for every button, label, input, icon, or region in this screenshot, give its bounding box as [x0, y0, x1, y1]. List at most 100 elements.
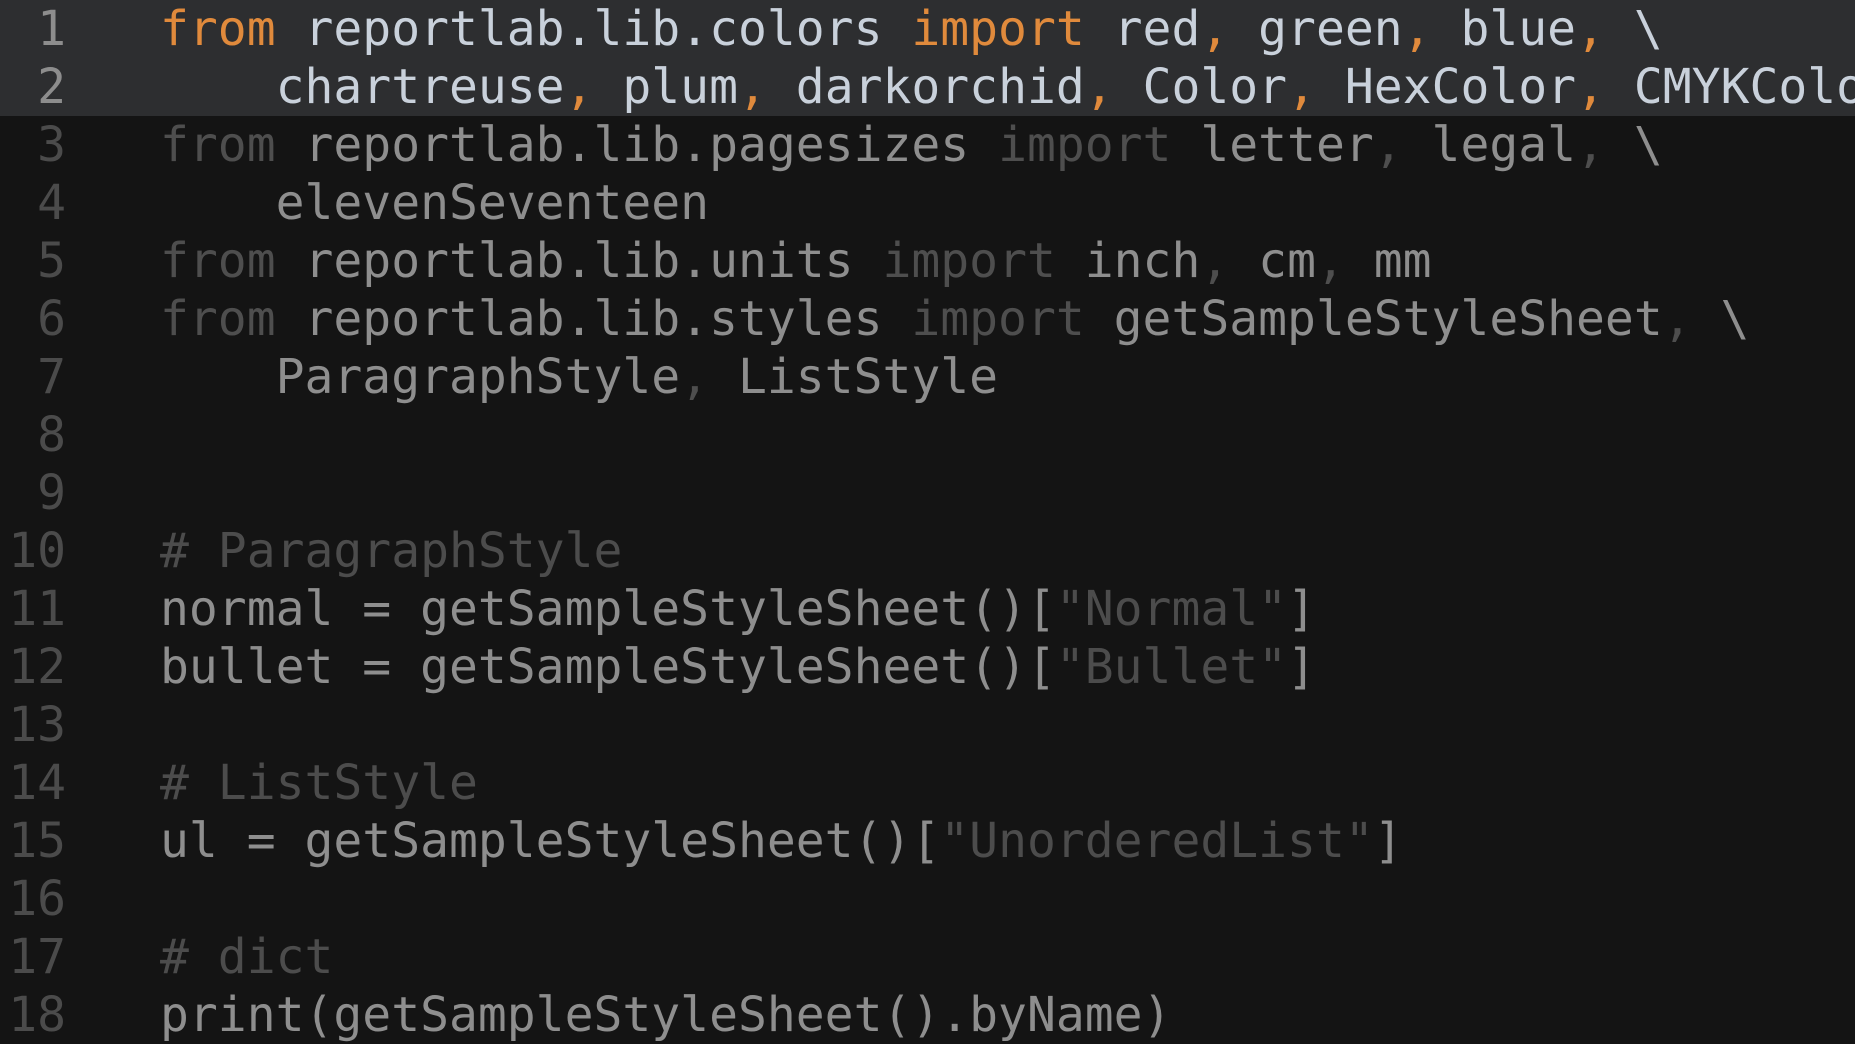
code-token: "Normal" [1055, 581, 1288, 637]
code-token: "UnorderedList" [940, 813, 1374, 869]
code-token: import [998, 117, 1172, 173]
code-token: getSampleStyleSheet [1084, 291, 1663, 347]
line-number: 17 [8, 929, 66, 985]
code-token: from [160, 117, 276, 173]
code-token: import [911, 291, 1085, 347]
code-token: reportlab.lib.colors [275, 1, 912, 57]
code-line[interactable]: 1 from reportlab.lib.colors import red, g… [0, 0, 1855, 58]
code-token: ul = getSampleStyleSheet()[ [160, 813, 941, 869]
line-number: 8 [37, 407, 66, 463]
code-token: import [882, 233, 1056, 289]
code-token: \ [1604, 117, 1663, 173]
code-token: darkorchid [766, 59, 1085, 115]
code-token: ] [1287, 581, 1316, 637]
code-token: reportlab.lib.styles [275, 291, 912, 347]
code-token: letter [1171, 117, 1374, 173]
code-token: ParagraphStyle [160, 349, 681, 405]
code-token: chartreuse [160, 59, 565, 115]
code-token: # ListStyle [160, 755, 478, 811]
line-number: 12 [8, 639, 66, 695]
code-token: # ParagraphStyle [160, 523, 623, 579]
code-token: Color [1113, 59, 1288, 115]
line-code: ParagraphStyle, ListStyle [160, 348, 998, 406]
code-line[interactable]: 4 elevenSeventeen [0, 174, 1855, 232]
code-token: , [1662, 291, 1692, 347]
code-token: mm [1344, 233, 1432, 289]
code-token: normal = getSampleStyleSheet()[ [160, 581, 1056, 637]
code-line[interactable]: 7 ParagraphStyle, ListStyle [0, 348, 1855, 406]
code-line[interactable]: 16 [0, 870, 1855, 928]
code-line[interactable]: 5 from reportlab.lib.units import inch, c… [0, 232, 1855, 290]
line-code: # dict [160, 928, 333, 986]
code-token: red [1084, 1, 1201, 57]
line-code: # ParagraphStyle [160, 522, 622, 580]
code-token: , [1287, 59, 1316, 115]
code-token: bullet = getSampleStyleSheet()[ [160, 639, 1056, 695]
code-line[interactable]: 2 chartreuse, plum, darkorchid, Color, H… [0, 58, 1855, 116]
code-token: cm [1229, 233, 1316, 289]
line-code: normal = getSampleStyleSheet()["Normal"] [160, 580, 1316, 638]
code-token: \ [1691, 291, 1750, 347]
code-token: elevenSeventeen [160, 175, 710, 231]
code-line[interactable]: 14 # ListStyle [0, 754, 1855, 812]
line-number: 4 [37, 175, 66, 231]
code-token: , [1576, 59, 1605, 115]
line-code: from reportlab.lib.units import inch, cm… [160, 232, 1432, 290]
code-line[interactable]: 15 ul = getSampleStyleSheet()["UnorderedL… [0, 812, 1855, 870]
line-number: 1 [37, 1, 66, 57]
code-token: , [564, 59, 594, 115]
line-code: bullet = getSampleStyleSheet()["Bullet"] [160, 638, 1316, 696]
code-token: , [1576, 117, 1605, 173]
code-token: , [1315, 233, 1345, 289]
code-token: , [1402, 1, 1432, 57]
code-line[interactable]: 12 bullet = getSampleStyleSheet()["Bullet… [0, 638, 1855, 696]
code-editor[interactable]: 1 from reportlab.lib.colors import red, g… [0, 0, 1855, 1044]
code-token: HexColor [1315, 59, 1577, 115]
line-number: 10 [8, 523, 66, 579]
code-token: print(getSampleStyleSheet().byName) [160, 987, 1172, 1043]
code-line[interactable]: 17 # dict [0, 928, 1855, 986]
code-token: from [160, 233, 276, 289]
code-token: CMYKColor [1633, 59, 1855, 115]
code-line[interactable]: 13 [0, 696, 1855, 754]
line-code: from reportlab.lib.styles import getSamp… [160, 290, 1749, 348]
line-code: from reportlab.lib.pagesizes import lett… [160, 116, 1663, 174]
code-token: from [160, 291, 276, 347]
code-token: , [1576, 1, 1605, 57]
code-line[interactable]: 9 [0, 464, 1855, 522]
line-code: ul = getSampleStyleSheet()["UnorderedLis… [160, 812, 1403, 870]
code-line[interactable]: 11 normal = getSampleStyleSheet()["Normal… [0, 580, 1855, 638]
code-token: \ [1604, 1, 1663, 57]
line-number: 3 [37, 117, 66, 173]
code-token: , [1200, 233, 1230, 289]
line-number: 7 [37, 349, 66, 405]
line-code: # ListStyle [160, 754, 478, 812]
code-token: reportlab.lib.units [275, 233, 883, 289]
code-line[interactable]: 10 # ParagraphStyle [0, 522, 1855, 580]
code-line[interactable]: 8 [0, 406, 1855, 464]
code-token: "Bullet" [1055, 639, 1288, 695]
code-token: , [1200, 1, 1230, 57]
code-token: legal [1402, 117, 1577, 173]
code-line[interactable]: 3 from reportlab.lib.pagesizes import let… [0, 116, 1855, 174]
line-number: 11 [8, 581, 66, 637]
line-number: 14 [8, 755, 66, 811]
line-number: 6 [37, 291, 66, 347]
code-token: # dict [160, 929, 334, 985]
code-token: blue [1431, 1, 1577, 57]
code-token: green [1229, 1, 1403, 57]
code-token: ] [1287, 639, 1316, 695]
line-number: 15 [8, 813, 66, 869]
line-number: 13 [8, 697, 66, 753]
code-token: from [160, 1, 276, 57]
code-token: , [737, 59, 767, 115]
code-token: ListStyle [709, 349, 999, 405]
code-token: inch [1055, 233, 1201, 289]
code-line[interactable]: 18 print(getSampleStyleSheet().byName) [0, 986, 1855, 1044]
line-number: 2 [37, 59, 66, 115]
code-line[interactable]: 6 from reportlab.lib.styles import getSam… [0, 290, 1855, 348]
code-token: plum [593, 59, 738, 115]
line-code: elevenSeventeen [160, 174, 709, 232]
code-token: reportlab.lib.pagesizes [275, 117, 999, 173]
code-token: , [680, 349, 710, 405]
